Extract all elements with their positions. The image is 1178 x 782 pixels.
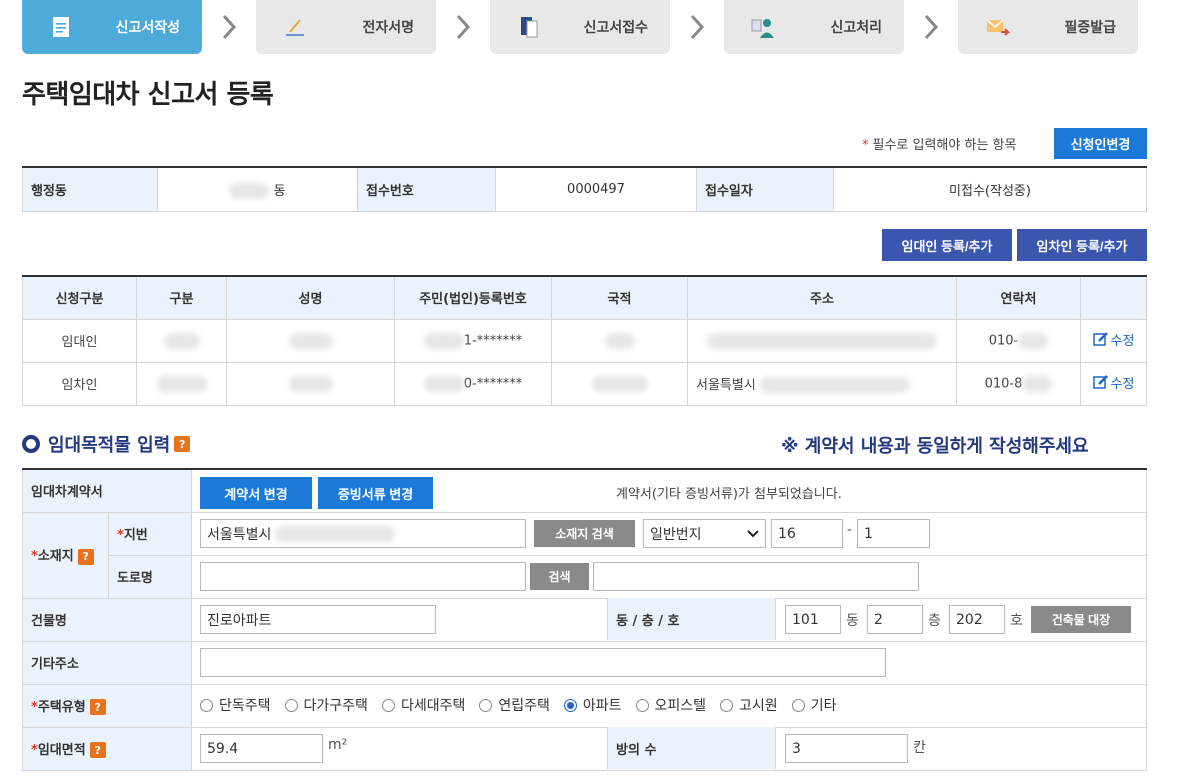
step-process[interactable]: 신고처리 — [724, 0, 904, 54]
step-label: 전자서명 — [362, 20, 414, 36]
lot-dash: - — [847, 522, 853, 538]
edit-link[interactable]: 수정 — [1092, 373, 1134, 392]
house-type-label: *주택유형? — [22, 683, 192, 728]
step-label: 필증발급 — [1064, 20, 1116, 36]
edit-link[interactable]: 수정 — [1092, 330, 1134, 349]
contract-label: 임대차계약서 — [22, 468, 192, 513]
progress-steps: 신고서작성 전자서명 신고서접수 신고처리 필증발급 — [22, 0, 1142, 54]
contract-status: 계약서(기타 증빙서류)가 첨부되었습니다. — [616, 487, 842, 502]
help-icon[interactable]: ? — [89, 699, 106, 716]
rooms-unit: 칸 — [913, 740, 926, 756]
lot-type-select[interactable]: 일반번지 — [643, 519, 766, 548]
road-search-button[interactable]: 검색 — [530, 563, 589, 590]
floor-input[interactable]: 2 — [867, 605, 923, 634]
chevron-right-icon — [690, 14, 705, 40]
radio-multiplex[interactable]: 다세대주택 — [381, 695, 465, 715]
col-header: 주소 — [687, 275, 957, 320]
col-header: 연락처 — [956, 275, 1081, 320]
building-ledger-button[interactable]: 건축물 대장 — [1031, 606, 1131, 633]
receipt-date-label: 접수일자 — [696, 166, 834, 212]
col-header: 신청구분 — [22, 275, 137, 320]
required-note: * 필수로 입력해야 하는 항목 — [862, 138, 1017, 153]
notice-text: ※ 계약서 내용과 동일하게 작성해주세요 — [781, 436, 1089, 457]
building-label: 건물명 — [22, 597, 192, 642]
step-label: 신고서작성 — [115, 20, 180, 36]
area-unit: m² — [328, 737, 348, 753]
contract-change-button[interactable]: 계약서 변경 — [200, 477, 312, 509]
road-address-input[interactable] — [200, 562, 526, 591]
table-row: 임대인 1-******* 010- 수정 — [22, 318, 1147, 363]
building-name-input[interactable]: 진로아파트 — [200, 605, 436, 634]
dong-floor-ho-label: 동 / 층 / 호 — [607, 598, 776, 640]
radio-gosiwon[interactable]: 고시원 — [720, 695, 778, 715]
lot-search-button[interactable]: 소재지 검색 — [534, 520, 635, 547]
lot-sub-no-input[interactable]: 1 — [857, 519, 930, 548]
col-header: 주민(법인)등록번호 — [394, 275, 552, 320]
chevron-down-icon — [747, 529, 759, 537]
area-label: *임대면적? — [22, 726, 192, 771]
step-write[interactable]: 신고서작성 — [22, 0, 202, 54]
road-label: 도로명 — [108, 554, 192, 599]
help-icon[interactable]: ? — [89, 742, 106, 759]
table-row: 임차인 0-******* 서울특별시 010-8 수정 — [22, 361, 1147, 406]
etc-address-input[interactable] — [200, 648, 886, 677]
rooms-label: 방의 수 — [607, 727, 776, 769]
help-icon[interactable]: ? — [174, 436, 191, 452]
lot-address-input[interactable]: 서울특별시 — [200, 519, 526, 548]
circle-icon — [22, 435, 40, 453]
lot-main-no-input[interactable]: 16 — [771, 519, 843, 548]
step-label: 신고서접수 — [583, 20, 648, 36]
radio-other[interactable]: 기타 — [791, 695, 836, 715]
step-receipt[interactable]: 신고서접수 — [490, 0, 670, 54]
edit-icon — [1092, 332, 1108, 346]
evidence-change-button[interactable]: 증빙서류 변경 — [318, 477, 433, 509]
receipt-date-value: 미접수(작성중) — [833, 166, 1147, 212]
dong-input[interactable]: 101 — [785, 605, 841, 634]
radio-row-house[interactable]: 연립주택 — [479, 695, 550, 715]
party-type: 임차인 — [22, 361, 137, 406]
lessor-add-button[interactable]: 임대인 등록/추가 — [882, 229, 1012, 261]
dong-value: 동 — [157, 166, 358, 212]
house-type-radio-group: 단독주택 다가구주택 다세대주택 연립주택 아파트 오피스텔 고시원 기타 — [200, 695, 850, 715]
receipt-info-table: 행정동 동 접수번호 0000497 접수일자 미접수(작성중) — [22, 166, 1147, 212]
col-header: 구분 — [136, 275, 227, 320]
col-header — [1080, 275, 1147, 320]
envelope-arrow-icon — [986, 19, 1010, 36]
step-issue[interactable]: 필증발급 — [958, 0, 1138, 54]
road-detail-input[interactable] — [593, 562, 919, 591]
receipt-no-label: 접수번호 — [357, 166, 496, 212]
radio-officetel[interactable]: 오피스텔 — [635, 695, 706, 715]
edit-icon — [1092, 375, 1108, 389]
radio-multi-household[interactable]: 다가구주택 — [284, 695, 368, 715]
document-icon — [53, 17, 69, 37]
step-label: 신고처리 — [830, 20, 882, 36]
ho-input[interactable]: 202 — [949, 605, 1005, 634]
col-header: 성명 — [226, 275, 395, 320]
radio-apartment[interactable]: 아파트 — [563, 695, 622, 715]
change-applicant-button[interactable]: 신청인변경 — [1054, 128, 1147, 159]
section-title: 임대목적물 입력 ? — [22, 431, 191, 457]
dong-label: 행정동 — [22, 166, 158, 212]
party-type: 임대인 — [22, 318, 137, 363]
step-sign[interactable]: 전자서명 — [256, 0, 436, 54]
chevron-right-icon — [222, 14, 237, 40]
rooms-input[interactable]: 3 — [785, 734, 908, 763]
etc-address-label: 기타주소 — [22, 640, 192, 685]
lot-label: *지번 — [108, 511, 192, 556]
chevron-right-icon — [924, 14, 939, 40]
location-label: *소재지? — [22, 511, 109, 599]
col-header: 국적 — [551, 275, 688, 320]
lessee-add-button[interactable]: 임차인 등록/추가 — [1017, 229, 1147, 261]
receipt-no-value: 0000497 — [495, 166, 697, 212]
person-desk-icon — [751, 19, 774, 38]
party-table: 신청구분 구분 성명 주민(법인)등록번호 국적 주소 연락처 임대인 1-**… — [22, 275, 1147, 406]
area-input[interactable]: 59.4 — [200, 734, 323, 763]
radio-detached[interactable]: 단독주택 — [200, 695, 271, 715]
chevron-right-icon — [456, 14, 471, 40]
pen-sign-icon — [286, 19, 304, 36]
help-icon[interactable]: ? — [77, 548, 94, 565]
page-title: 주택임대차 신고서 등록 — [22, 80, 274, 110]
file-stack-icon — [521, 17, 538, 38]
